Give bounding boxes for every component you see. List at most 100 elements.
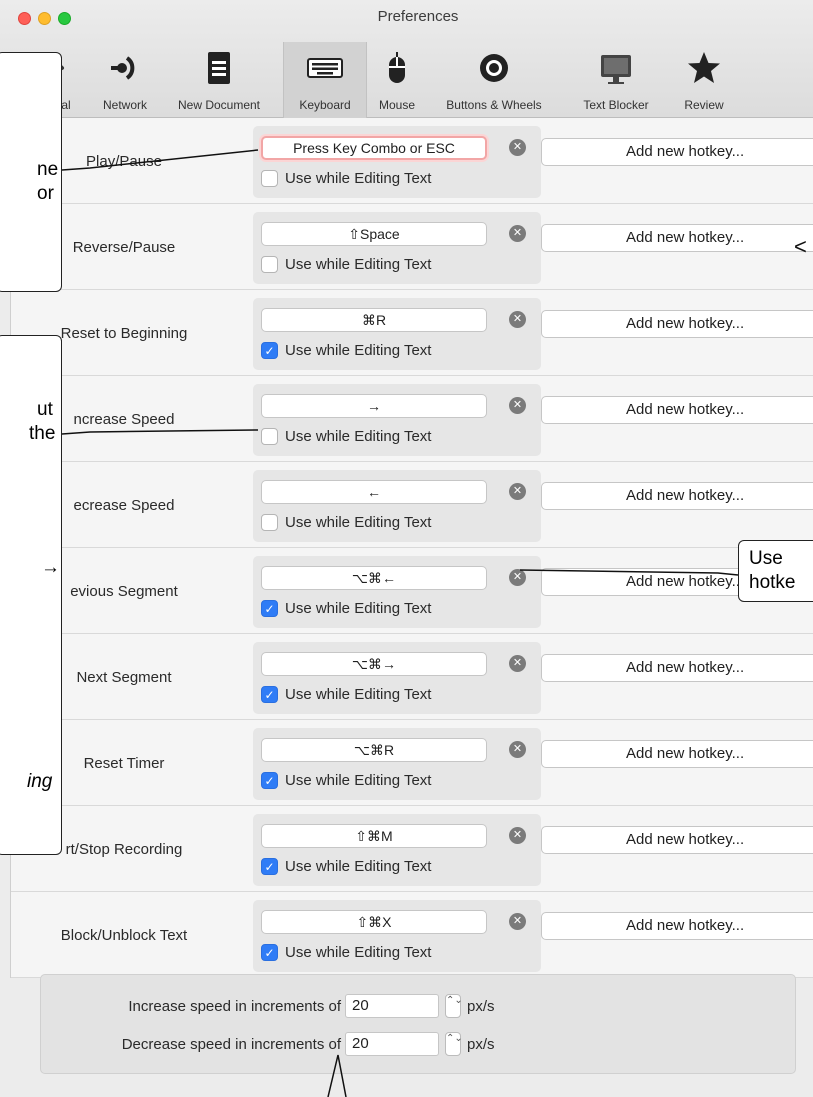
stepper-arrows-icon: ⌃⌄ [446,995,463,1006]
window-title: Preferences [377,8,459,25]
speed-settings: Increase speed in increments of 20 ⌃⌄ px… [40,974,796,1074]
add-hotkey-field[interactable]: Add new hotkey... [541,138,813,166]
use-while-editing-checkbox[interactable]: ✓ Use while Editing Text [261,686,431,703]
increase-speed-input[interactable]: 20 [345,994,439,1018]
add-hotkey-field[interactable]: Add new hotkey... [541,482,813,510]
checkbox-box[interactable]: ✓ [261,772,278,789]
use-while-editing-label: Use while Editing Text [285,858,432,875]
hotkey-group: ⌥⌘→ ✕ ✓ Use while Editing Text [253,642,541,714]
add-hotkey-field[interactable]: Add new hotkey... [541,826,813,854]
hotkey-group: ⌘R ✕ ✓ Use while Editing Text [253,298,541,370]
hotkey-group: → ✕ Use while Editing Text [253,384,541,456]
use-while-editing-checkbox[interactable]: Use while Editing Text [261,256,431,273]
checkmark-icon: ✓ [264,687,275,702]
use-while-editing-checkbox[interactable]: ✓ Use while Editing Text [261,772,431,789]
use-while-editing-checkbox[interactable]: ✓ Use while Editing Text [261,342,431,359]
hotkey-row: Reset Timer ⌥⌘R ✕ ✓ Use while Editing Text Ad… [11,720,813,806]
add-hotkey-field[interactable]: Add new hotkey... [541,396,813,424]
decrease-speed-row: Decrease speed in increments of 20 ⌃⌄ px… [41,1031,495,1057]
clear-hotkey-icon[interactable]: ✕ [509,655,526,672]
callout-text-line: → [41,557,60,578]
checkbox-box[interactable]: ✓ [261,686,278,703]
decrease-speed-label: Decrease speed in increments of [121,1035,341,1053]
hotkey-field[interactable]: ← [261,480,487,504]
add-hotkey-field[interactable]: Add new hotkey... [541,224,813,252]
checkbox-box[interactable]: ✓ [261,600,278,617]
tab-review[interactable]: Review [672,42,736,118]
increase-speed-stepper[interactable]: ⌃⌄ [445,994,463,1018]
callout-top-left: ne or [0,52,62,292]
callout-right: Use hotke [738,540,813,602]
use-while-editing-checkbox[interactable]: Use while Editing Text [261,514,431,531]
mouse-icon [389,52,405,83]
hotkey-group: ⇧⌘M ✕ ✓ Use while Editing Text [253,814,541,886]
hotkey-group: ⇧⌘X ✕ ✓ Use while Editing Text [253,900,541,972]
tab-network[interactable]: Network [90,42,160,118]
clear-hotkey-icon[interactable]: ✕ [509,741,526,758]
tab-label: Buttons & Wheels [446,98,542,112]
tab-buttons-wheels[interactable]: Buttons & Wheels [428,42,560,118]
add-hotkey-field[interactable]: Add new hotkey... [541,912,813,940]
keyboard-icon [307,58,343,78]
clear-hotkey-icon[interactable]: ✕ [509,569,526,586]
checkbox-box[interactable] [261,170,278,187]
clear-hotkey-icon[interactable]: ✕ [509,139,526,156]
hotkey-group: ⌥⌘← ✕ ✓ Use while Editing Text [253,556,541,628]
use-while-editing-label: Use while Editing Text [285,514,432,531]
hotkey-row: ncrease Speed → ✕ Use while Editing Text Add… [11,376,813,462]
clear-hotkey-icon[interactable]: ✕ [509,225,526,242]
use-while-editing-label: Use while Editing Text [285,170,432,187]
use-while-editing-checkbox[interactable]: ✓ Use while Editing Text [261,858,431,875]
tab-label: Keyboard [299,98,351,112]
star-icon [688,52,720,83]
use-while-editing-checkbox[interactable]: Use while Editing Text [261,428,431,445]
callout-text-line: ing [27,771,53,792]
hotkey-field[interactable]: ⇧⌘M [261,824,487,848]
clear-hotkey-icon[interactable]: ✕ [509,311,526,328]
checkbox-box[interactable] [261,514,278,531]
hotkey-field[interactable]: ⇧Space [261,222,487,246]
hotkey-field[interactable]: Press Key Combo or ESC [261,136,487,160]
tab-label: Mouse [378,98,416,112]
decrease-speed-input[interactable]: 20 [345,1032,439,1056]
hotkey-field[interactable]: ⌘R [261,308,487,332]
hotkey-list: Play/Pause Press Key Combo or ESC ✕ Use whi… [10,118,813,978]
hotkey-group: ← ✕ Use while Editing Text [253,470,541,542]
hotkey-field[interactable]: → [261,394,487,418]
callout-middle-left: ut the → ing [0,335,62,855]
clear-hotkey-icon[interactable]: ✕ [509,483,526,500]
clear-hotkey-icon[interactable]: ✕ [509,913,526,930]
hotkey-field[interactable]: ⌥⌘R [261,738,487,762]
increase-speed-row: Increase speed in increments of 20 ⌃⌄ px… [41,993,495,1019]
add-hotkey-field[interactable]: Add new hotkey... [541,654,813,682]
use-while-editing-label: Use while Editing Text [285,428,432,445]
tab-label: Text Blocker [583,98,649,112]
checkbox-box[interactable] [261,428,278,445]
use-while-editing-checkbox[interactable]: ✓ Use while Editing Text [261,600,431,617]
tab-label: Review [684,98,724,112]
use-while-editing-checkbox[interactable]: ✓ Use while Editing Text [261,944,431,961]
add-hotkey-field[interactable]: Add new hotkey... [541,310,813,338]
tab-text-blocker[interactable]: Text Blocker [560,42,672,118]
clear-hotkey-icon[interactable]: ✕ [509,827,526,844]
checkbox-box[interactable]: ✓ [261,342,278,359]
use-while-editing-checkbox[interactable]: Use while Editing Text [261,170,431,187]
add-hotkey-field[interactable]: Add new hotkey... [541,740,813,768]
hotkey-row: ecrease Speed ← ✕ Use while Editing Text Add… [11,462,813,548]
tab-new-document[interactable]: New Document [160,42,278,118]
checkbox-box[interactable] [261,256,278,273]
tab-mouse[interactable]: Mouse [367,42,427,118]
monitor-icon [601,55,631,84]
decrease-speed-stepper[interactable]: ⌃⌄ [445,1032,463,1056]
hotkey-field[interactable]: ⌥⌘← [261,566,487,590]
checkbox-box[interactable]: ✓ [261,858,278,875]
checkmark-icon: ✓ [264,343,275,358]
hotkey-row: Next Segment ⌥⌘→ ✕ ✓ Use while Editing Text A… [11,634,813,720]
hotkey-field[interactable]: ⌥⌘→ [261,652,487,676]
callout-text-line: hotke [749,572,796,593]
hotkey-field[interactable]: ⇧⌘X [261,910,487,934]
callout-arrow-glyph: < [794,234,807,259]
checkbox-box[interactable]: ✓ [261,944,278,961]
clear-hotkey-icon[interactable]: ✕ [509,397,526,414]
tab-keyboard[interactable]: Keyboard [283,42,367,118]
